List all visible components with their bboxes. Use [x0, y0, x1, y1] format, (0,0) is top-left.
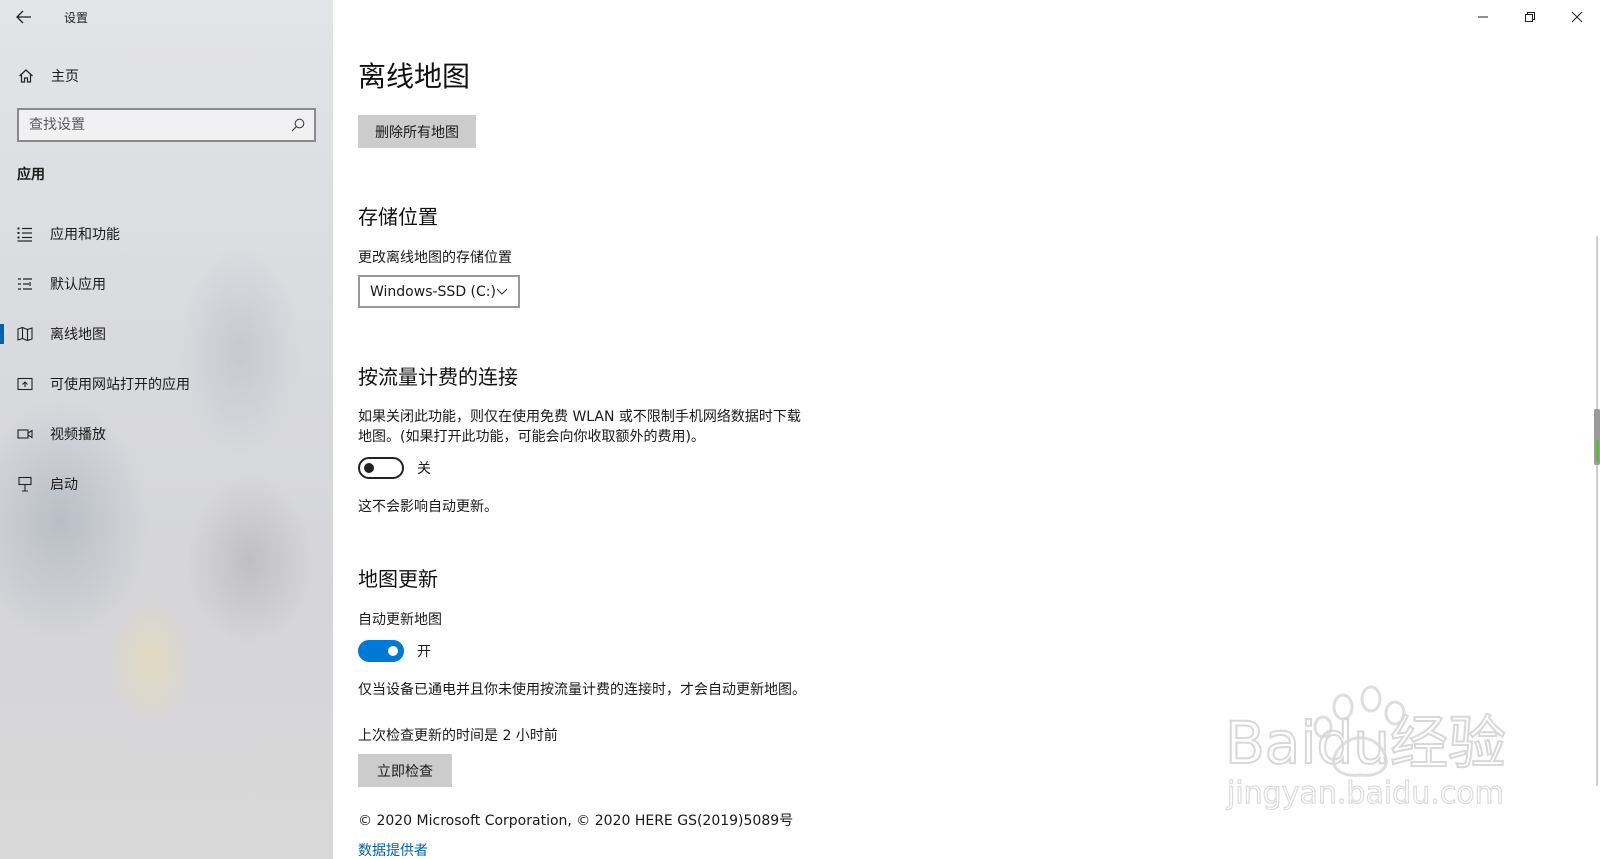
- back-button[interactable]: [0, 0, 48, 34]
- home-icon: [17, 67, 35, 85]
- chevron-down-icon: [496, 285, 508, 299]
- page-title: 离线地图: [358, 60, 471, 93]
- sidebar-item-offline-maps[interactable]: 离线地图: [0, 309, 333, 359]
- sidebar-item-apps-for-websites[interactable]: 可使用网站打开的应用: [0, 359, 333, 409]
- startup-icon: [16, 475, 34, 493]
- auto-update-label: 自动更新地图: [358, 612, 442, 628]
- sidebar-nav: 应用和功能 默认应用 离线地图 可使用网站打开的应用 视频播放 启动: [0, 209, 333, 509]
- sidebar-item-label: 应用和功能: [50, 227, 120, 243]
- scrollbar-accent: [1596, 440, 1599, 462]
- sidebar-item-label: 可使用网站打开的应用: [50, 377, 190, 393]
- auto-update-note: 仅当设备已通电并且你未使用按流量计费的连接时，才会自动更新地图。: [358, 682, 806, 698]
- sidebar-item-label: 离线地图: [50, 327, 106, 343]
- auto-update-toggle-state: 开: [417, 644, 431, 660]
- sidebar: 设置 主页 应用: [0, 0, 333, 859]
- auto-update-toggle[interactable]: [358, 640, 404, 662]
- updates-heading: 地图更新: [358, 567, 438, 591]
- video-icon: [16, 425, 34, 443]
- home-label: 主页: [51, 69, 79, 85]
- window-title: 设置: [64, 10, 89, 25]
- sidebar-item-startup[interactable]: 启动: [0, 459, 333, 509]
- sidebar-item-home[interactable]: 主页: [0, 60, 333, 92]
- storage-location-dropdown[interactable]: Windows-SSD (C:): [358, 275, 520, 308]
- section-label: 应用: [17, 167, 45, 183]
- metered-heading: 按流量计费的连接: [358, 365, 518, 389]
- toggle-knob: [364, 463, 374, 473]
- main-content: 离线地图 删除所有地图 存储位置 更改离线地图的存储位置 Windows-SSD…: [358, 0, 1558, 859]
- close-button[interactable]: [1553, 0, 1600, 34]
- sidebar-item-label: 启动: [50, 477, 78, 493]
- default-apps-icon: [16, 275, 34, 293]
- data-providers-link[interactable]: 数据提供者: [358, 840, 428, 859]
- sidebar-item-label: 默认应用: [50, 277, 106, 293]
- list-icon: [16, 225, 34, 243]
- scrollbar-track[interactable]: [1596, 236, 1598, 786]
- search-icon[interactable]: [290, 117, 306, 133]
- sidebar-item-apps-features[interactable]: 应用和功能: [0, 209, 333, 259]
- storage-location-value: Windows-SSD (C:): [370, 283, 496, 300]
- sidebar-item-label: 视频播放: [50, 427, 106, 443]
- auto-update-toggle-row: 开: [358, 640, 431, 662]
- storage-heading: 存储位置: [358, 205, 438, 229]
- map-icon: [16, 325, 34, 343]
- metered-description-line1: 如果关闭此功能，则仅在使用免费 WLAN 或不限制手机网络数据时下载: [358, 409, 801, 425]
- title-bar: 设置: [0, 0, 333, 34]
- delete-all-maps-button[interactable]: 删除所有地图: [358, 115, 476, 148]
- check-now-button[interactable]: 立即检查: [358, 754, 452, 787]
- metered-description-line2: 地图。(如果打开此功能，可能会向你收取额外的费用)。: [358, 429, 705, 445]
- open-website-icon: [16, 375, 34, 393]
- last-checked-text: 上次检查更新的时间是 2 小时前: [358, 728, 558, 744]
- search-input[interactable]: [29, 117, 290, 133]
- sidebar-item-default-apps[interactable]: 默认应用: [0, 259, 333, 309]
- copyright-text: © 2020 Microsoft Corporation, © 2020 HER…: [358, 813, 794, 829]
- metered-toggle-state: 关: [417, 461, 431, 477]
- sidebar-item-video-playback[interactable]: 视频播放: [0, 409, 333, 459]
- storage-label: 更改离线地图的存储位置: [358, 250, 512, 266]
- metered-toggle-row: 关: [358, 457, 431, 479]
- metered-note: 这不会影响自动更新。: [358, 499, 498, 515]
- search-box: [17, 108, 316, 142]
- metered-toggle[interactable]: [358, 457, 404, 479]
- close-icon: [1571, 11, 1582, 23]
- toggle-knob: [388, 646, 398, 656]
- back-arrow-icon: [16, 10, 31, 24]
